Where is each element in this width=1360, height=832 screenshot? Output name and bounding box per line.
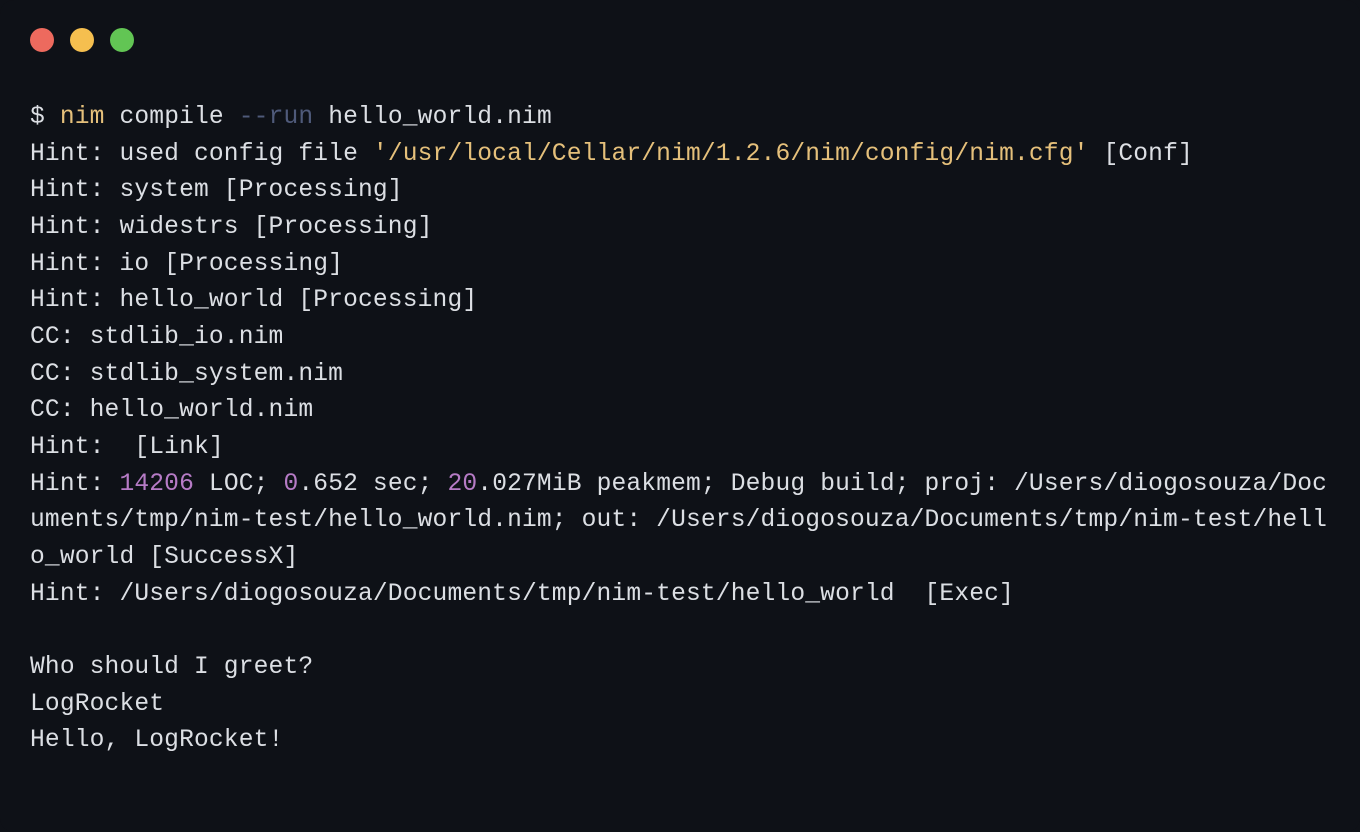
zoom-icon[interactable] — [110, 28, 134, 52]
output-line: Hint: system [Processing] — [30, 177, 403, 204]
output-line: Hint: io [Processing] — [30, 251, 343, 278]
output-line: [Conf] — [1089, 141, 1193, 168]
output-line: CC: hello_world.nim — [30, 397, 313, 424]
program-output: Hello, LogRocket! — [30, 727, 283, 754]
command-subcommand: compile — [105, 104, 239, 131]
minimize-icon[interactable] — [70, 28, 94, 52]
window-titlebar — [30, 28, 1330, 52]
output-line: Hint: /Users/diogosouza/Documents/tmp/ni… — [30, 581, 1014, 608]
output-line: .652 sec; — [298, 471, 447, 498]
terminal-window: $ nim compile --run hello_world.nim Hint… — [0, 0, 1360, 832]
output-seconds-int: 0 — [283, 471, 298, 498]
program-prompt: Who should I greet? — [30, 654, 313, 681]
terminal-output[interactable]: $ nim compile --run hello_world.nim Hint… — [30, 100, 1330, 760]
command-filename: hello_world.nim — [328, 104, 552, 131]
output-mem-int: 20 — [447, 471, 477, 498]
program-user-input: LogRocket — [30, 691, 164, 718]
command-flag: --run — [239, 104, 314, 131]
output-loc-count: 14206 — [119, 471, 194, 498]
output-line: Hint: — [30, 471, 119, 498]
prompt-symbol: $ — [30, 104, 60, 131]
close-icon[interactable] — [30, 28, 54, 52]
command-binary: nim — [60, 104, 105, 131]
output-line: CC: stdlib_io.nim — [30, 324, 283, 351]
output-line: Hint: [Link] — [30, 434, 224, 461]
output-line: Hint: widestrs [Processing] — [30, 214, 433, 241]
output-line: CC: stdlib_system.nim — [30, 361, 343, 388]
output-line: Hint: used config file — [30, 141, 373, 168]
output-config-path: '/usr/local/Cellar/nim/1.2.6/nim/config/… — [373, 141, 1089, 168]
output-line: LOC; — [194, 471, 283, 498]
command-space — [313, 104, 328, 131]
output-line: Hint: hello_world [Processing] — [30, 287, 477, 314]
